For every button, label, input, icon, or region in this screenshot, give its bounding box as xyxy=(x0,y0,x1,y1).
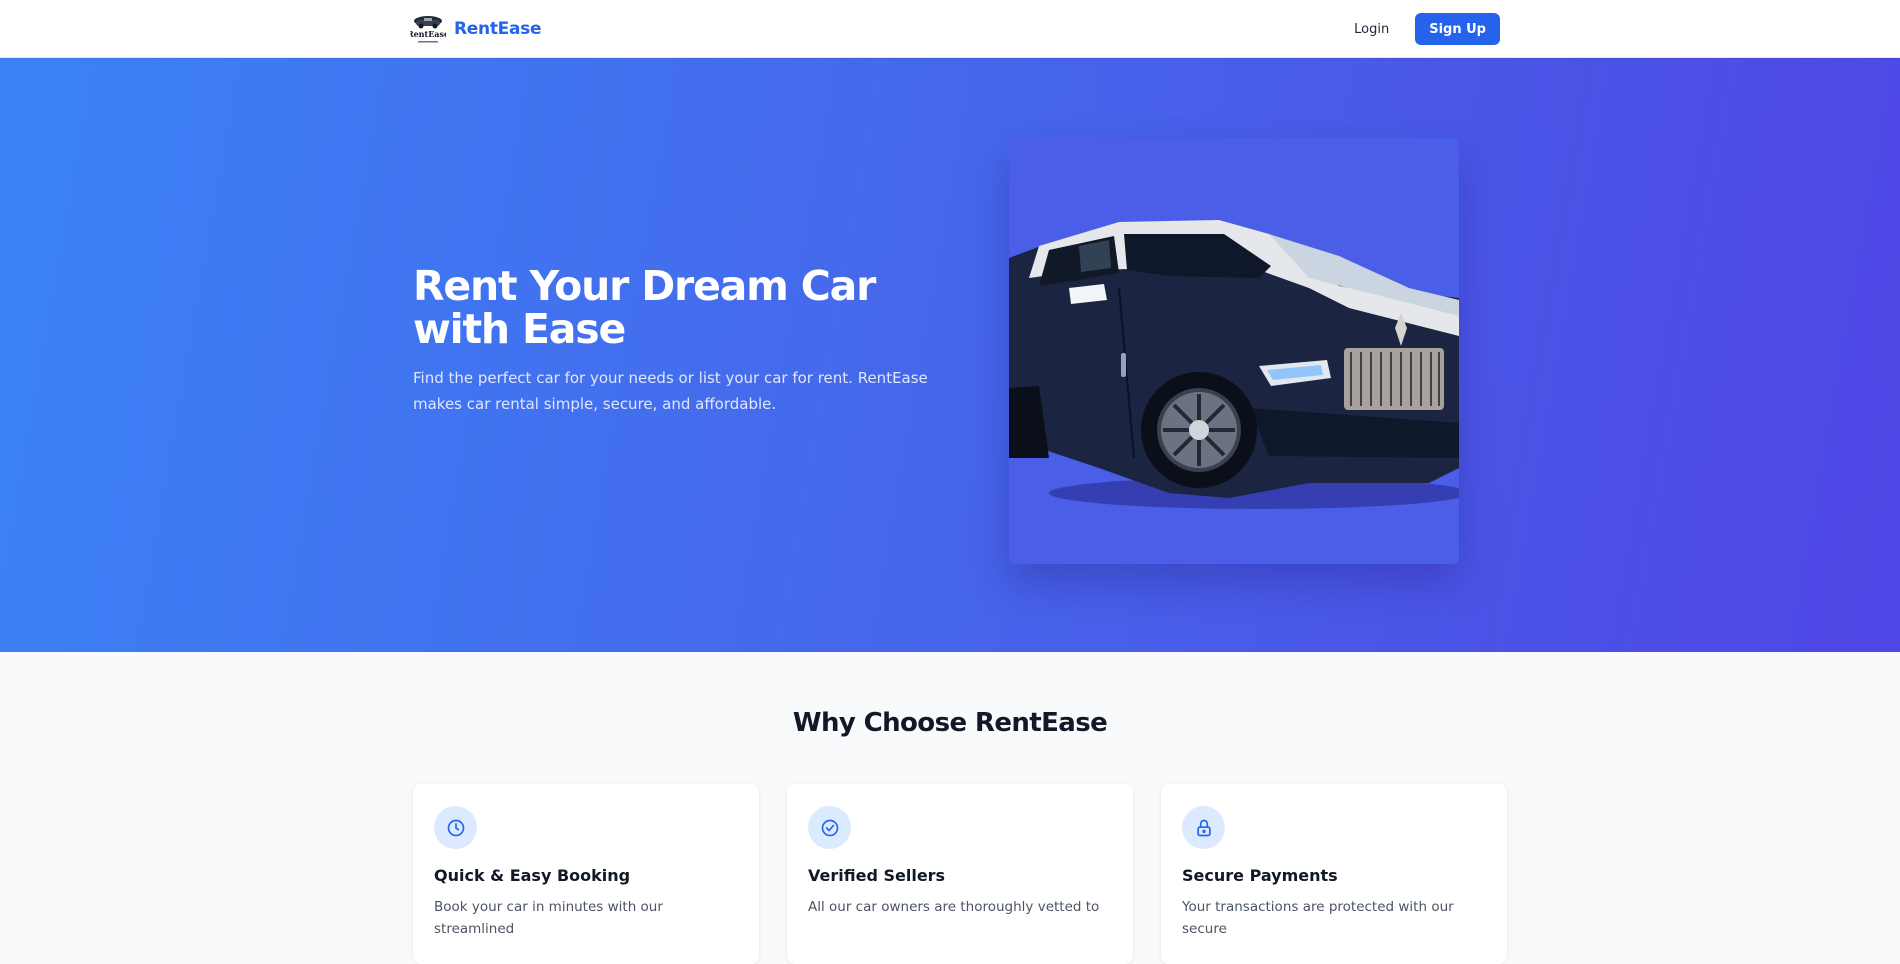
hero-subtitle: Find the perfect car for your needs or l… xyxy=(413,369,928,413)
feature-description: All our car owners are thoroughly vetted… xyxy=(808,899,1100,915)
navbar-inner: RentEase RentEase Login Sign Up xyxy=(410,0,1500,58)
hero-text: Rent Your Dream Car with Ease Find the p… xyxy=(413,265,973,417)
brand-name[interactable]: RentEase xyxy=(454,19,541,39)
feature-card-payments: Secure Payments Your transactions are pr… xyxy=(1161,784,1507,964)
hero-car-image xyxy=(1009,138,1459,564)
feature-card-verified: Verified Sellers All our car owners are … xyxy=(787,784,1133,964)
feature-description: Book your car in minutes with our stream… xyxy=(434,899,663,937)
top-navbar: RentEase RentEase Login Sign Up xyxy=(0,0,1900,58)
features-section: Why Choose RentEase Quick & Easy Booking… xyxy=(0,652,1900,964)
feature-title: Secure Payments xyxy=(1182,866,1338,885)
logo-lettering: RentEase xyxy=(410,29,446,39)
feature-title: Verified Sellers xyxy=(808,866,946,885)
nav-actions: Login Sign Up xyxy=(1342,13,1500,45)
features-title: Why Choose RentEase xyxy=(792,708,1108,738)
hero-title: Rent Your Dream Car with Ease xyxy=(413,262,876,353)
clock-icon xyxy=(434,806,477,849)
brand[interactable]: RentEase RentEase xyxy=(410,12,541,46)
lock-icon xyxy=(1182,806,1225,849)
feature-title: Quick & Easy Booking xyxy=(434,866,631,885)
hero-section: Rent Your Dream Car with Ease Find the p… xyxy=(0,58,1900,652)
check-circle-icon xyxy=(808,806,851,849)
car-illustration xyxy=(1009,220,1459,509)
login-button[interactable]: Login xyxy=(1342,14,1401,45)
feature-card-booking: Quick & Easy Booking Book your car in mi… xyxy=(413,784,759,964)
signup-button[interactable]: Sign Up xyxy=(1415,13,1500,45)
feature-description: Your transactions are protected with our… xyxy=(1182,899,1454,937)
logo-image[interactable]: RentEase xyxy=(410,12,446,46)
